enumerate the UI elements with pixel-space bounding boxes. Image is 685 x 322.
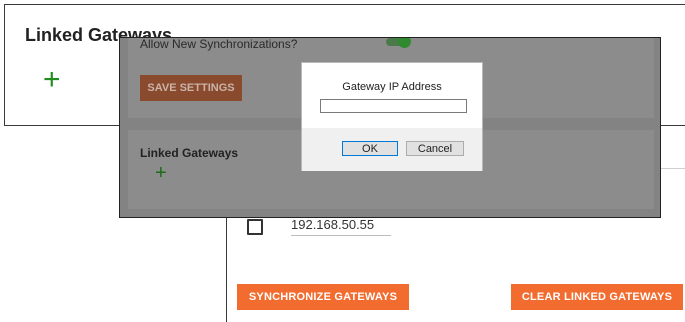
gateway-ip-dialog: Gateway IP Address OK Cancel — [301, 62, 483, 171]
gateway-row: 192.168.50.55 — [247, 217, 391, 236]
ok-button[interactable]: OK — [342, 141, 398, 156]
linked-gateways-section-title: Linked Gateways — [140, 146, 239, 160]
synchronize-gateways-button[interactable]: SYNCHRONIZE GATEWAYS — [237, 284, 409, 310]
add-gateway-plus-icon[interactable]: + — [43, 65, 61, 95]
allow-sync-toggle[interactable] — [386, 38, 411, 48]
cancel-button[interactable]: Cancel — [406, 141, 464, 156]
clear-linked-gateways-button[interactable]: CLEAR LINKED GATEWAYS — [511, 284, 683, 310]
toggle-knob-icon — [398, 38, 411, 48]
dialog-footer: OK Cancel — [302, 128, 482, 171]
gateway-ip-text: 192.168.50.55 — [291, 217, 391, 236]
add-gateway-plus-icon[interactable]: + — [155, 163, 167, 183]
gateway-ip-input[interactable] — [320, 99, 467, 113]
gateway-select-checkbox[interactable] — [247, 218, 263, 235]
allow-sync-label: Allow New Synchronizations? — [140, 37, 298, 51]
save-settings-button[interactable]: SAVE SETTINGS — [140, 75, 242, 101]
gateway-ip-label: Gateway IP Address — [342, 81, 442, 93]
